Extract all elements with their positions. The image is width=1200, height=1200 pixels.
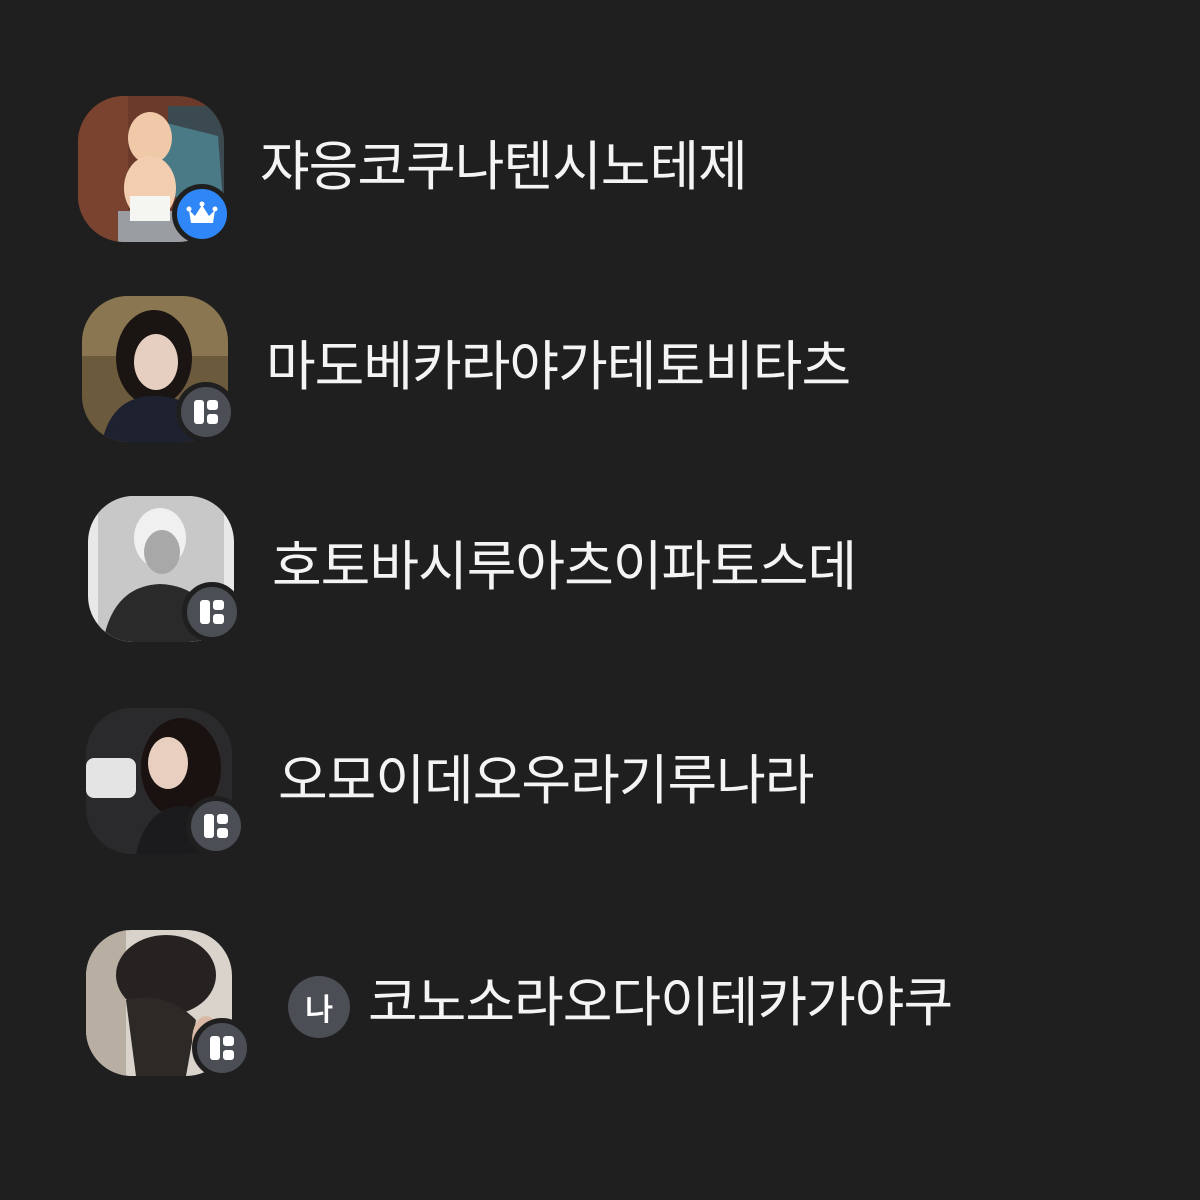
member-name: 마도베카라야가테토비타츠 [266,335,851,398]
member-name: 쟈응코쿠나텐시노테제 [260,135,748,198]
member-badge-icon [194,400,218,424]
member-row-me[interactable]: 나 코노소라오다이테카가야쿠 [0,924,1200,1094]
member-badge-icon [204,814,228,838]
member-list: 쟈응코쿠나텐시노테제 마도베카라야가테토비타츠 호토바시루아츠이파토스데 오모이… [0,0,1200,1200]
member-name: 오모이데오우라기루나라 [278,749,814,812]
member-badge-icon [210,1036,234,1060]
member-row[interactable]: 호토바시루아츠이파토스데 [0,490,1200,660]
me-badge: 나 [288,976,350,1038]
member-row[interactable]: 오모이데오우라기루나라 [0,704,1200,874]
member-row[interactable]: 쟈응코쿠나텐시노테제 [0,88,1200,258]
crown-icon [186,201,218,223]
member-name: 호토바시루아츠이파토스데 [272,535,857,598]
member-badge-icon [200,600,224,624]
host-crown-badge [172,184,232,244]
member-row[interactable]: 마도베카라야가테토비타츠 [0,290,1200,460]
member-badge [182,582,242,642]
member-badge [186,796,246,856]
member-badge [176,382,236,442]
member-badge [192,1018,252,1078]
member-name: 코노소라오다이테카가야쿠 [368,971,953,1034]
